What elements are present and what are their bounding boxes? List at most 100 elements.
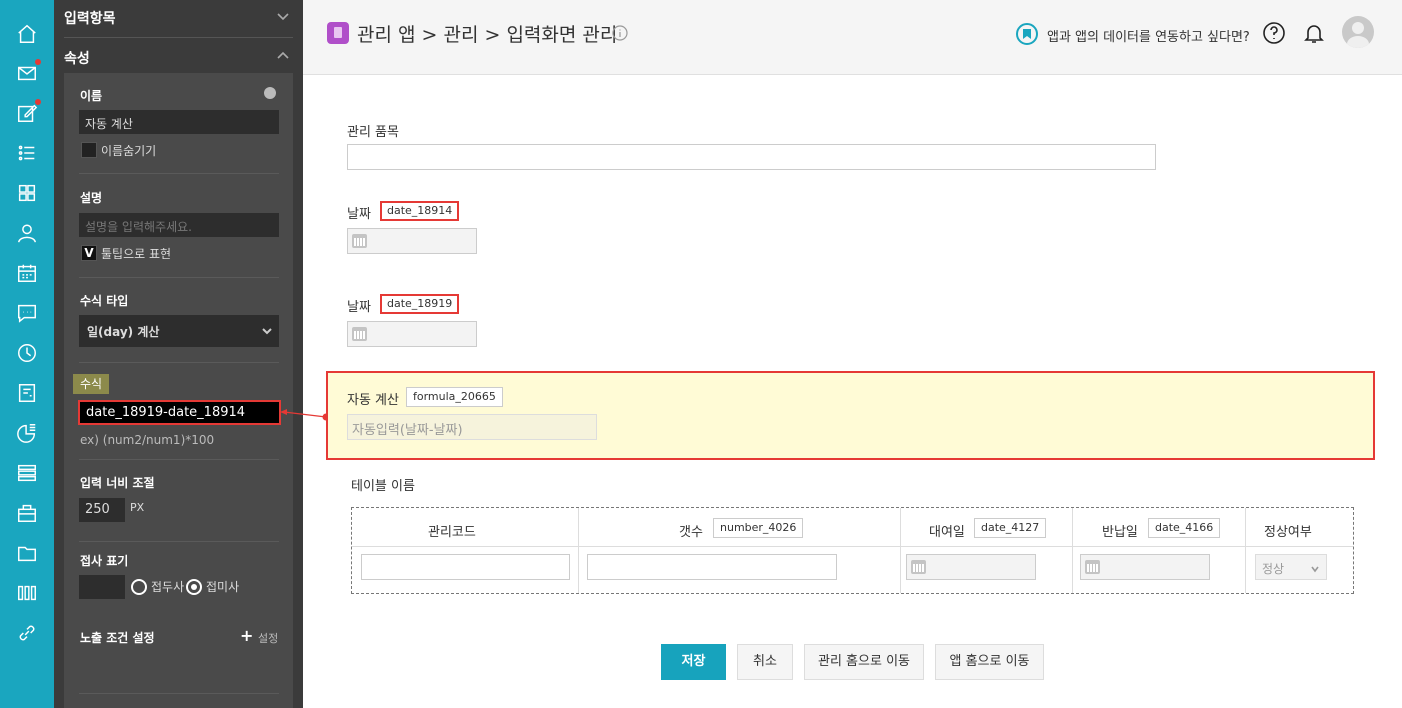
- page-title: 관리 앱 > 관리 > 입력화면 관리: [357, 24, 618, 46]
- column-label: 반납일: [1102, 525, 1138, 540]
- chat-icon[interactable]: [13, 299, 41, 327]
- description-label: 설명: [80, 191, 103, 205]
- app-icon: [327, 22, 349, 44]
- app-home-button[interactable]: 앱 홈으로 이동: [935, 644, 1044, 680]
- link-icon[interactable]: [13, 619, 41, 647]
- date1-input[interactable]: [347, 228, 477, 254]
- suffix-radio[interactable]: [186, 579, 202, 595]
- chart-icon[interactable]: [13, 419, 41, 447]
- formula-label: 수식: [73, 374, 109, 394]
- section-title: 입력항목: [64, 11, 116, 27]
- calendar-icon[interactable]: [352, 234, 367, 248]
- code-input[interactable]: [361, 554, 570, 580]
- edit-icon[interactable]: [13, 99, 41, 127]
- name-toggle[interactable]: [264, 87, 276, 99]
- date1-tag: date_18914: [380, 201, 460, 221]
- stack-icon[interactable]: [13, 459, 41, 487]
- divider: [79, 541, 279, 542]
- count-input[interactable]: [587, 554, 837, 580]
- name-label: 이름: [80, 89, 103, 103]
- item-input[interactable]: [347, 144, 1156, 170]
- left-nav-rail: [0, 0, 54, 708]
- column-label: 갯수: [679, 525, 703, 540]
- folder-icon[interactable]: [13, 539, 41, 567]
- manage-home-button[interactable]: 관리 홈으로 이동: [804, 644, 924, 680]
- width-unit: PX: [130, 501, 145, 514]
- divider: [79, 362, 279, 363]
- plus-icon[interactable]: +: [240, 626, 253, 645]
- properties-body: 이름 자동 계산 이름숨기기 설명 설명을 입력해주세요. V 툴팁으로 표현 …: [64, 73, 293, 708]
- formula-input[interactable]: date_18919-date_18914: [78, 400, 281, 425]
- save-button[interactable]: 저장: [661, 644, 726, 680]
- app-integration-link[interactable]: 앱과 앱의 데이터를 연동하고 싶다면?: [1047, 26, 1250, 45]
- formula-hint: ex) (num2/num1)*100: [80, 433, 215, 447]
- notification-dot: [35, 99, 41, 105]
- affix-input[interactable]: [79, 575, 125, 599]
- bookmark-icon[interactable]: [1016, 23, 1038, 45]
- section-title: 속성: [64, 51, 90, 67]
- data-table: 관리코드 갯수 number_4026 대여일 date_4127 반납일 da…: [351, 507, 1354, 594]
- chevron-down-icon: [1310, 563, 1320, 573]
- grid-icon[interactable]: [13, 179, 41, 207]
- date1-label: 날짜: [347, 207, 371, 222]
- table-cell: [579, 547, 901, 593]
- chevron-down-icon: [261, 325, 273, 337]
- calendar-icon[interactable]: [1085, 560, 1100, 574]
- home-icon[interactable]: [13, 20, 41, 48]
- column-tag: date_4127: [974, 518, 1047, 538]
- formula-type-select[interactable]: 일(day) 계산: [79, 315, 279, 347]
- panel-scrollbar[interactable]: [293, 73, 303, 708]
- top-header: 관리 앱 > 관리 > 입력화면 관리 앱과 앱의 데이터를 연동하고 싶다면?: [303, 0, 1402, 75]
- list-icon[interactable]: [13, 139, 41, 167]
- mail-icon[interactable]: [13, 59, 41, 87]
- divider: [79, 277, 279, 278]
- bell-icon[interactable]: [1302, 21, 1326, 45]
- help-icon[interactable]: [1262, 21, 1286, 45]
- description-field[interactable]: 설명을 입력해주세요.: [79, 213, 279, 237]
- date2-label: 날짜: [347, 300, 371, 315]
- section-properties[interactable]: 속성: [54, 40, 293, 76]
- item-label: 관리 품목: [347, 125, 399, 140]
- chevron-up-icon[interactable]: [275, 48, 291, 64]
- name-field[interactable]: 자동 계산: [79, 110, 279, 134]
- table-cell: [1073, 547, 1246, 593]
- rental-date-input[interactable]: [906, 554, 1036, 580]
- cancel-button[interactable]: 취소: [737, 644, 793, 680]
- formula-type-label: 수식 타입: [80, 294, 129, 308]
- affix-label: 접사 표기: [80, 554, 129, 568]
- status-select[interactable]: 정상: [1255, 554, 1327, 580]
- hide-name-checkbox[interactable]: [81, 142, 97, 158]
- auto-calc-tag: formula_20665: [406, 387, 503, 407]
- column-label: 대여일: [929, 525, 965, 540]
- return-date-input[interactable]: [1080, 554, 1210, 580]
- column-tag: number_4026: [713, 518, 804, 538]
- table-header: 반납일 date_4166: [1073, 508, 1246, 547]
- prefix-radio[interactable]: [131, 579, 147, 595]
- user-icon[interactable]: [13, 219, 41, 247]
- calendar-icon[interactable]: [352, 327, 367, 341]
- briefcase-icon[interactable]: [13, 499, 41, 527]
- avatar[interactable]: [1342, 16, 1374, 48]
- board-icon[interactable]: [13, 379, 41, 407]
- auto-calc-input: 자동입력(날짜-날짜): [347, 414, 597, 440]
- auto-calc-label: 자동 계산: [347, 393, 399, 408]
- width-label: 입력 너비 조절: [80, 476, 155, 490]
- calendar-icon[interactable]: [13, 259, 41, 287]
- width-input[interactable]: 250: [79, 498, 125, 522]
- divider: [79, 693, 279, 694]
- tooltip-checkbox[interactable]: V: [81, 245, 97, 261]
- info-icon[interactable]: [612, 25, 628, 41]
- tooltip-label: 툴팁으로 표현: [101, 247, 172, 261]
- date2-input[interactable]: [347, 321, 477, 347]
- table-cell: [901, 547, 1073, 593]
- table-header: 관리코드: [352, 508, 579, 547]
- table-cell: [352, 547, 579, 593]
- chevron-down-icon[interactable]: [275, 8, 291, 24]
- visibility-label: 노출 조건 설정: [80, 631, 155, 645]
- apps-icon[interactable]: [13, 579, 41, 607]
- formula-type-value: 일(day) 계산: [87, 325, 160, 339]
- calendar-icon[interactable]: [911, 560, 926, 574]
- clock-icon[interactable]: [13, 339, 41, 367]
- section-input-items[interactable]: 입력항목: [54, 0, 293, 36]
- visibility-settings-link[interactable]: 설정: [258, 630, 278, 646]
